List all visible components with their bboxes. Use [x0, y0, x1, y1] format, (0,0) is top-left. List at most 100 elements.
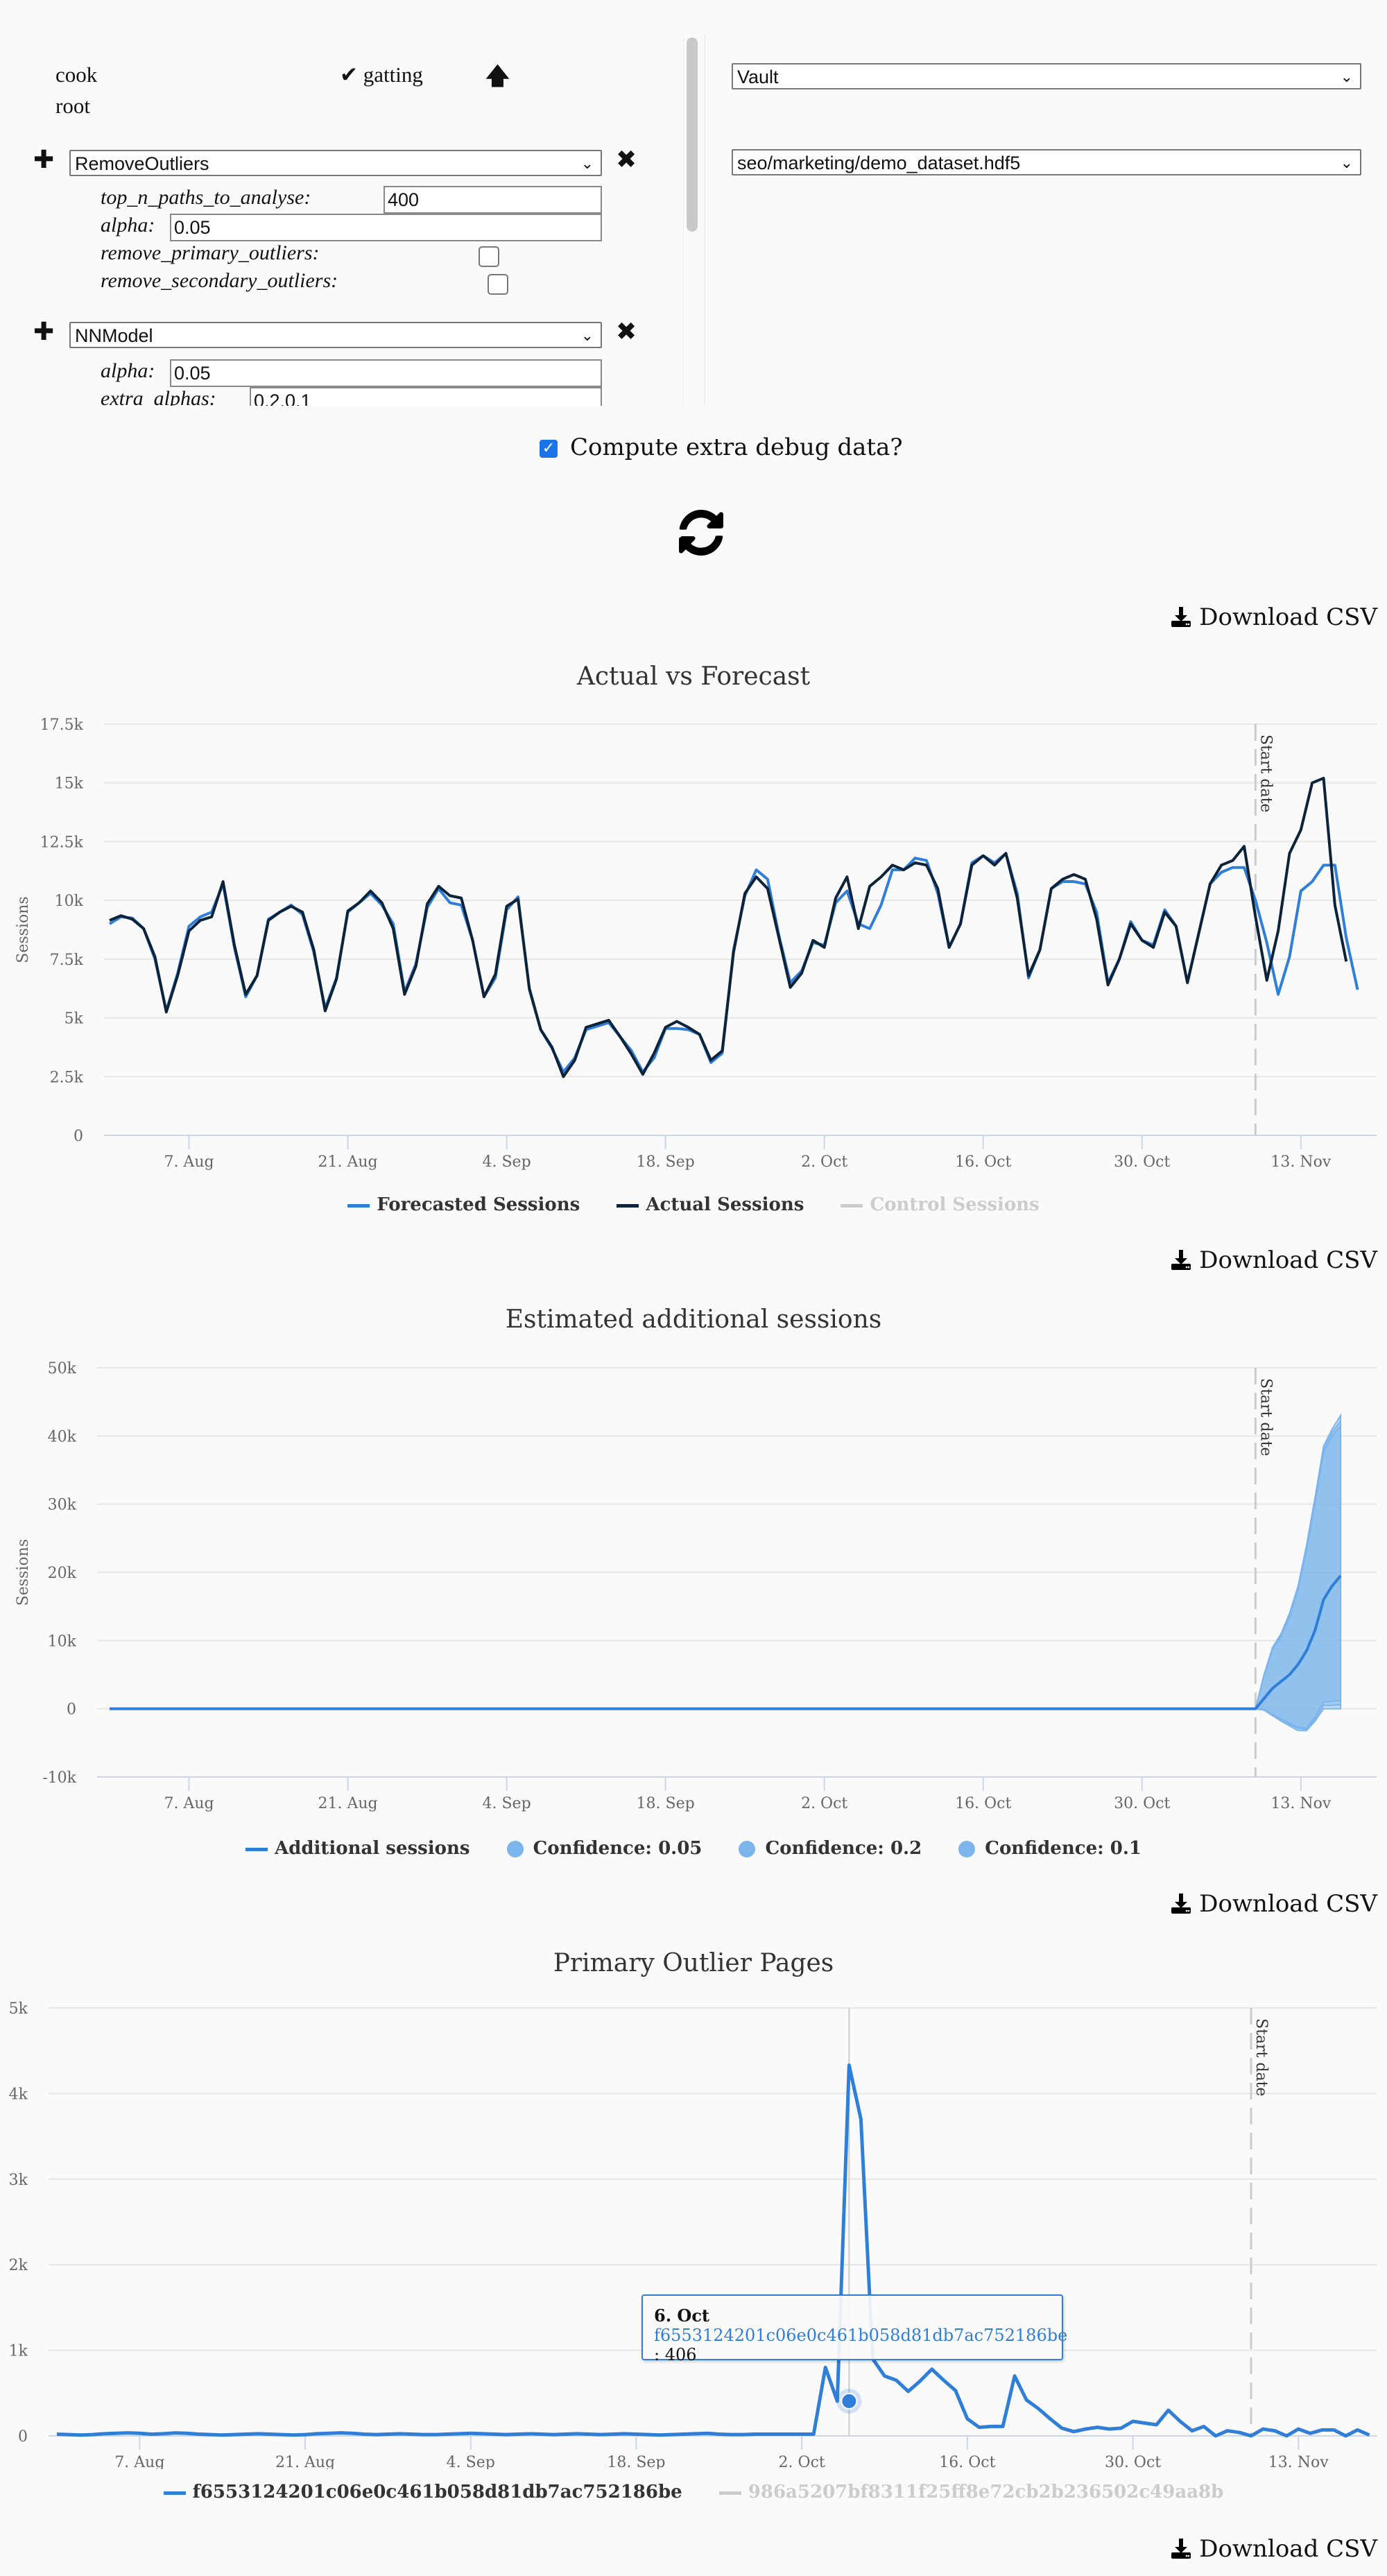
x-tick-label: 4. Sep	[447, 2454, 495, 2469]
add-step-icon[interactable]: ✚	[33, 318, 54, 346]
y-tick-label: 40k	[48, 1428, 77, 1445]
additional-sessions-chart: -10k 0 10k 20k 30k 40k 50k 7. Aug 21. Aug 4. Sep 1…	[15, 1360, 1377, 1812]
legend-item-actual[interactable]: Actual Sessions	[617, 1194, 804, 1215]
start-date-label: Start date	[1257, 735, 1274, 812]
remove-secondary-outliers-checkbox[interactable]	[488, 274, 508, 295]
legend-item-conf-01[interactable]: Confidence: 0.1	[958, 1838, 1142, 1859]
download-csv-button-4[interactable]: Download CSV	[1170, 2535, 1377, 2563]
debug-option[interactable]: ✓ Compute extra debug data?	[540, 433, 903, 461]
x-tick-label: 18. Sep	[637, 1153, 695, 1171]
chart-title-additional-sessions: Estimated additional sessions	[505, 1305, 882, 1334]
download-label: Download CSV	[1199, 1246, 1377, 1274]
y-tick-label: 10k	[55, 893, 84, 910]
legend-swatch	[958, 1841, 976, 1857]
legend-primary-outliers: f6553124201c06e0c461b058d81db7ac752186be…	[0, 2482, 1387, 2502]
source-select-value: Vault	[737, 67, 779, 87]
param-label: remove_secondary_outliers:	[101, 269, 338, 292]
y-tick-label: 50k	[48, 1360, 77, 1377]
tooltip-series: f6553124201c06e0c461b058d81db7ac752186be	[654, 2326, 1068, 2345]
param-label: top_n_paths_to_analyse:	[101, 186, 311, 209]
legend-item-conf-005[interactable]: Confidence: 0.05	[506, 1838, 702, 1859]
download-csv-button-1[interactable]: Download CSV	[1170, 603, 1377, 631]
start-date-label: Start date	[1252, 2018, 1270, 2096]
pipeline-config-panel: cook root ✔ gatting 🡅 ✚ RemoveOutliers ⌄…	[0, 35, 683, 406]
tooltip-value: 406	[664, 2345, 697, 2364]
debug-checkbox[interactable]: ✓	[540, 440, 558, 458]
y-tick-label: 17.5k	[40, 716, 84, 734]
step-select-value: RemoveOutliers	[75, 153, 209, 174]
actual-vs-forecast-chart: 0 2.5k 5k 7.5k 10k 12.5k 15k 17.5k 7. Aug 21. Aug…	[15, 716, 1377, 1171]
selected-user[interactable]: ✔ gatting	[340, 62, 423, 87]
check-icon: ✔	[340, 62, 358, 87]
x-tick-label: 16. Oct	[939, 2454, 995, 2469]
source-select[interactable]: Vault ⌄	[732, 63, 1361, 89]
y-tick-label: 5k	[64, 1011, 84, 1028]
confidence-band	[1255, 1418, 1342, 1731]
legend-item-conf-02[interactable]: Confidence: 0.2	[739, 1838, 922, 1859]
remove-primary-outliers-checkbox[interactable]	[479, 246, 499, 267]
legend-item-forecasted[interactable]: Forecasted Sessions	[347, 1194, 580, 1215]
download-csv-button-2[interactable]: Download CSV	[1170, 1246, 1377, 1274]
x-tick-label: 4. Sep	[483, 1795, 531, 1812]
legend-label: f6553124201c06e0c461b058d81db7ac752186be	[192, 2482, 682, 2502]
legend-swatch	[739, 1841, 756, 1857]
legend-additional-sessions: Additional sessions Confidence: 0.05 Con…	[0, 1838, 1387, 1859]
dataset-select[interactable]: seo/marketing/demo_dataset.hdf5 ⌄	[732, 149, 1361, 175]
x-tick-label: 7. Aug	[164, 1795, 214, 1812]
arrow-up-icon[interactable]: 🡅	[485, 60, 510, 99]
debug-label: Compute extra debug data?	[570, 433, 903, 461]
legend-label: Forecasted Sessions	[377, 1194, 580, 1215]
chevron-down-icon: ⌄	[580, 155, 594, 172]
y-axis-title: Sessions	[15, 1539, 32, 1606]
chart-title-primary-outliers: Primary Outlier Pages	[553, 1949, 834, 1977]
add-step-icon[interactable]: ✚	[33, 146, 54, 174]
additional-sessions-line	[110, 1574, 1342, 1710]
x-tick-label: 2. Oct	[801, 1795, 847, 1812]
step-select-nnmodel[interactable]: NNModel ⌄	[69, 322, 602, 348]
download-label: Download CSV	[1199, 2535, 1377, 2563]
chevron-down-icon: ⌄	[580, 327, 594, 344]
x-tick-label: 2. Oct	[801, 1153, 847, 1171]
step-select-removeoutliers[interactable]: RemoveOutliers ⌄	[69, 150, 602, 176]
y-tick-label: 0	[74, 1128, 83, 1145]
chevron-down-icon: ⌄	[1340, 154, 1353, 171]
y-tick-label: 2.5k	[50, 1069, 84, 1086]
user-list-item-cook[interactable]: cook	[55, 62, 97, 87]
dataset-select-value: seo/marketing/demo_dataset.hdf5	[737, 153, 1021, 173]
download-csv-button-3[interactable]: Download CSV	[1170, 1890, 1377, 1918]
top-n-paths-input[interactable]: 400	[384, 186, 602, 214]
param-label: alpha:	[101, 214, 155, 237]
x-tick-label: 13. Nov	[1270, 1795, 1331, 1812]
y-tick-label: 3k	[9, 2172, 28, 2189]
y-tick-label: 0	[67, 1701, 76, 1719]
x-tick-label: 30. Oct	[1114, 1153, 1170, 1171]
start-date-label: Start date	[1257, 1378, 1274, 1456]
download-icon	[1171, 1894, 1191, 1914]
legend-swatch	[163, 2491, 186, 2495]
nn-alpha-input[interactable]: 0.05	[170, 359, 602, 387]
param-label: alpha:	[101, 359, 155, 382]
remove-step-icon[interactable]: ✖	[616, 146, 637, 174]
refresh-icon[interactable]	[678, 510, 724, 556]
param-label: extra_alphas:	[101, 387, 216, 406]
y-tick-label: 20k	[48, 1565, 77, 1582]
legend-item-outlier-1[interactable]: f6553124201c06e0c461b058d81db7ac752186be	[163, 2482, 682, 2502]
x-tick-label: 7. Aug	[114, 2454, 164, 2469]
x-tick-label: 30. Oct	[1114, 1795, 1170, 1812]
extra-alphas-input[interactable]: 0.2,0.1	[250, 387, 602, 406]
legend-item-control[interactable]: Control Sessions	[841, 1194, 1040, 1215]
legend-item-outlier-2[interactable]: 986a5207bf8311f25ff8e72cb2b236502c49aa8b	[718, 2482, 1223, 2502]
y-tick-label: 12.5k	[40, 834, 84, 851]
legend-swatch	[617, 1203, 639, 1208]
user-list-item-root[interactable]: root	[55, 94, 90, 119]
remove-step-icon[interactable]: ✖	[616, 318, 637, 346]
x-tick-label: 18. Sep	[607, 2454, 665, 2469]
legend-item-additional[interactable]: Additional sessions	[245, 1838, 470, 1859]
config-scrollbar-thumb[interactable]	[687, 37, 698, 232]
legend-label: Additional sessions	[274, 1838, 470, 1859]
hover-point	[841, 2392, 858, 2410]
alpha-input[interactable]: 0.05	[170, 214, 602, 241]
download-label: Download CSV	[1199, 603, 1377, 631]
legend-swatch	[718, 2491, 741, 2495]
legend-label: Confidence: 0.2	[765, 1838, 922, 1859]
